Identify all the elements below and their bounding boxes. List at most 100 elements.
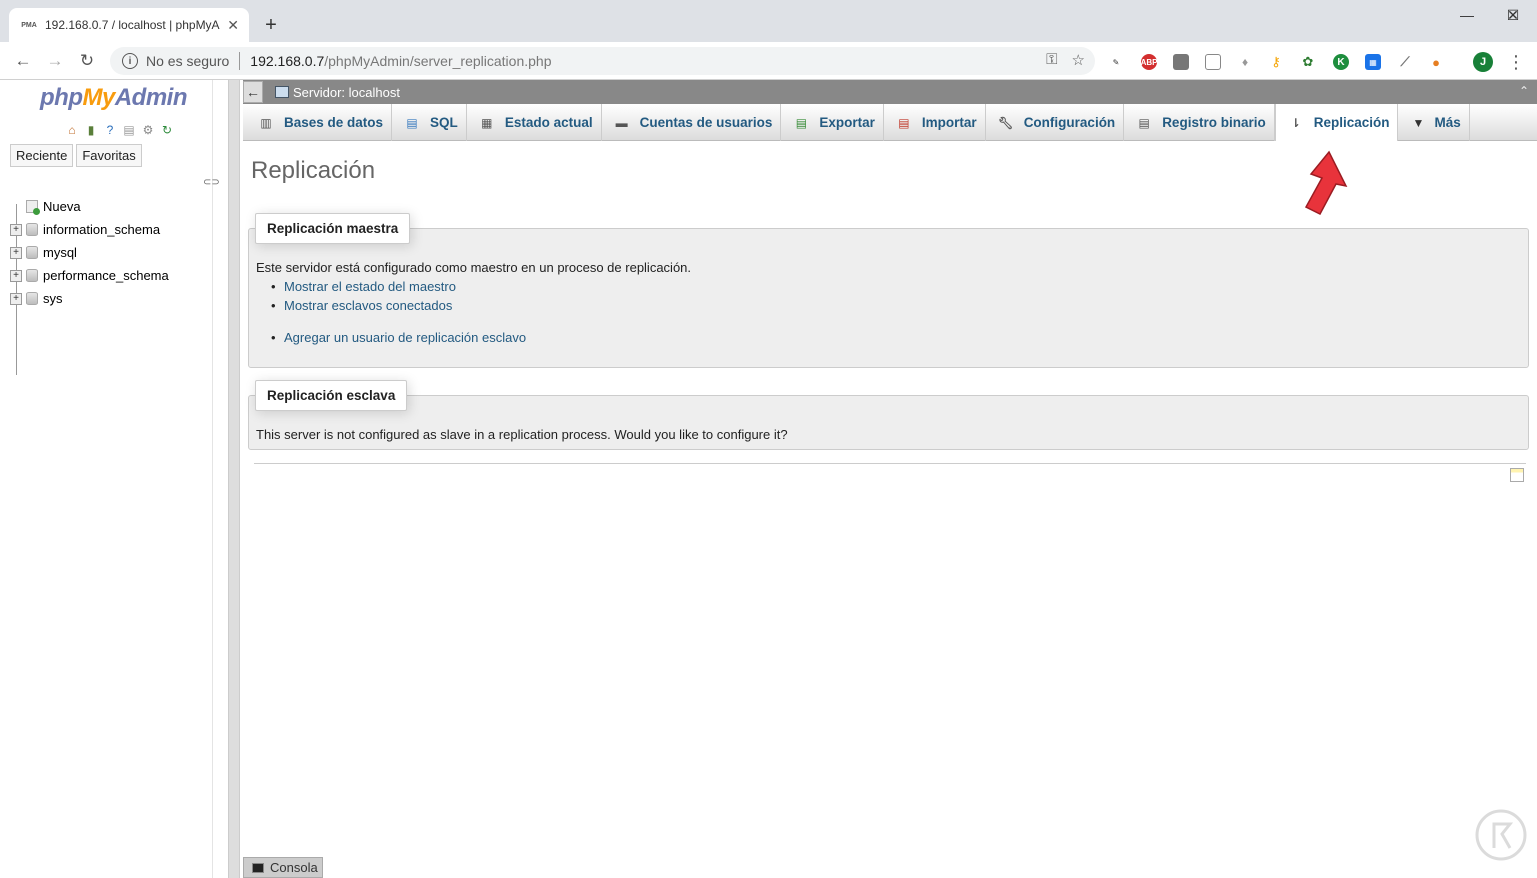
server-label[interactable]: Servidor: localhost bbox=[293, 85, 400, 100]
tree-item-information-schema[interactable]: + information_schema bbox=[10, 218, 169, 241]
tab-replication[interactable]: ⇂ Replicación bbox=[1274, 104, 1399, 141]
add-slave-user-link[interactable]: Agregar un usuario de replicación esclav… bbox=[271, 330, 526, 345]
tab-label: Configuración bbox=[1023, 115, 1116, 130]
minimize-icon[interactable]: — bbox=[1444, 0, 1490, 30]
navigation-sidebar: phpMyAdmin ⌂ ▮ ? ▤ ⚙ ↻ Reciente Favorita… bbox=[0, 80, 220, 878]
url-host: 192.168.0.7 bbox=[250, 53, 325, 69]
triangle-down-icon: ▼ bbox=[1412, 115, 1425, 130]
profile-avatar[interactable]: J bbox=[1473, 52, 1493, 72]
window-close-icon[interactable]: ✕ bbox=[1490, 0, 1536, 30]
tab-more[interactable]: ▼ Más bbox=[1398, 104, 1470, 141]
adblock-icon[interactable]: ABP bbox=[1141, 54, 1157, 70]
close-tab-icon[interactable]: ✕ bbox=[227, 17, 239, 34]
tab-export[interactable]: ▤ Exportar bbox=[781, 104, 884, 141]
exit-icon[interactable]: ▮ bbox=[83, 122, 99, 138]
star-icon[interactable]: ☆ bbox=[1072, 51, 1085, 69]
address-bar[interactable]: i No es seguro 192.168.0.7 /phpMyAdmin/s… bbox=[110, 47, 1095, 75]
sidebar-resize-handle[interactable] bbox=[228, 80, 240, 878]
server-icon bbox=[275, 86, 289, 98]
home-icon[interactable]: ⌂ bbox=[64, 122, 80, 138]
console-icon bbox=[252, 862, 264, 873]
tab-label: Estado actual bbox=[504, 115, 593, 130]
link-icon[interactable]: ⊂⊃ bbox=[203, 177, 220, 188]
new-tab-button[interactable]: + bbox=[258, 12, 284, 38]
tab-label: Registro binario bbox=[1162, 115, 1266, 130]
tab-title: 192.168.0.7 / localhost | phpMyA bbox=[45, 18, 220, 32]
new-database-icon bbox=[26, 200, 40, 215]
phpmyadmin-logo[interactable]: phpMyAdmin bbox=[40, 84, 188, 112]
tab-label: Cuentas de usuarios bbox=[639, 115, 773, 130]
page-icon[interactable] bbox=[1205, 54, 1221, 70]
tree-item-label: performance_schema bbox=[43, 268, 169, 283]
tree-item-mysql[interactable]: + mysql bbox=[10, 241, 169, 264]
bulb-icon[interactable]: ♦ bbox=[1237, 54, 1253, 70]
back-arrow-icon[interactable]: ← bbox=[11, 49, 35, 73]
k-icon[interactable]: K bbox=[1333, 54, 1349, 70]
tab-label: Exportar bbox=[819, 115, 875, 130]
database-icon bbox=[26, 223, 38, 236]
tab-binary-log[interactable]: ▤ Registro binario bbox=[1124, 104, 1275, 141]
security-label: No es seguro bbox=[146, 53, 230, 69]
info-icon[interactable]: i bbox=[122, 53, 138, 69]
tab-sql[interactable]: ▤ SQL bbox=[392, 104, 467, 141]
tree-item-new[interactable]: Nueva bbox=[10, 195, 169, 218]
shrink-icon[interactable]: ⌃ bbox=[1519, 84, 1529, 98]
forward-arrow-icon[interactable]: → bbox=[43, 49, 67, 73]
copy-icon[interactable] bbox=[1173, 54, 1189, 70]
pen-icon[interactable]: ✎ bbox=[1108, 54, 1124, 70]
tree-item-sys[interactable]: + sys bbox=[10, 287, 169, 310]
gear-icon[interactable]: ⚙ bbox=[140, 122, 156, 138]
tree-item-label: sys bbox=[43, 291, 63, 306]
wrench-icon: 🔧︎ bbox=[998, 115, 1014, 130]
reload-icon[interactable]: ↻ bbox=[75, 49, 99, 73]
tree-item-performance-schema[interactable]: + performance_schema bbox=[10, 264, 169, 287]
browser-tab[interactable]: PMA 192.168.0.7 / localhost | phpMyA ✕ bbox=[9, 8, 249, 42]
tab-label: Más bbox=[1434, 115, 1461, 130]
key-ext-icon[interactable]: ⚷ bbox=[1268, 54, 1284, 70]
help-icon[interactable]: ? bbox=[102, 122, 118, 138]
tab-databases[interactable]: ▥ Bases de datos bbox=[246, 104, 393, 141]
collapse-sidebar-icon[interactable]: ← bbox=[243, 81, 263, 103]
logo-admin: Admin bbox=[114, 84, 188, 111]
tab-settings[interactable]: 🔧︎ Configuración bbox=[986, 104, 1125, 141]
tree-item-label: Nueva bbox=[43, 199, 81, 214]
master-description: Este servidor está configurado como maes… bbox=[256, 260, 692, 275]
grid-icon[interactable]: ▦ bbox=[1365, 54, 1381, 70]
master-replication-fieldset: Replicación maestra Este servidor está c… bbox=[248, 213, 1529, 368]
tab-import[interactable]: ▤ Importar bbox=[884, 104, 986, 141]
window-icon[interactable] bbox=[1510, 468, 1524, 482]
red-arrow-annotation bbox=[1304, 150, 1348, 215]
key-icon[interactable]: ⚿ bbox=[1046, 51, 1057, 69]
slave-description[interactable]: This server is not configured as slave i… bbox=[256, 427, 788, 442]
slave-replication-legend: Replicación esclava bbox=[255, 380, 408, 411]
export-icon: ▤ bbox=[795, 115, 808, 130]
tree-item-label: mysql bbox=[43, 245, 77, 260]
master-replication-legend: Replicación maestra bbox=[255, 213, 411, 244]
show-master-status-link[interactable]: Mostrar el estado del maestro bbox=[271, 279, 456, 294]
phpmyadmin-favicon-icon: PMA bbox=[21, 21, 37, 29]
docs-icon[interactable]: ▤ bbox=[121, 122, 137, 138]
plant-icon[interactable]: ✿ bbox=[1300, 54, 1316, 70]
reload-nav-icon[interactable]: ↻ bbox=[159, 122, 175, 138]
tab-user-accounts[interactable]: ▬ Cuentas de usuarios bbox=[602, 104, 782, 141]
fox-icon[interactable]: ● bbox=[1428, 54, 1444, 70]
server-breadcrumb: ← Servidor: localhost ⌃ bbox=[243, 80, 1537, 104]
logo-my: My bbox=[82, 84, 115, 111]
quick-icons: ⌂ ▮ ? ▤ ⚙ ↻ bbox=[64, 122, 175, 138]
expand-icon[interactable]: + bbox=[10, 292, 22, 305]
recent-tab[interactable]: Reciente bbox=[10, 144, 74, 167]
database-tree: Nueva + information_schema + mysql + per… bbox=[10, 195, 169, 310]
browser-menu-icon[interactable]: ⋮ bbox=[1506, 50, 1526, 74]
console-toggle[interactable]: Consola bbox=[243, 857, 323, 878]
tab-status[interactable]: ▦ Estado actual bbox=[467, 104, 602, 141]
tab-label: Replicación bbox=[1313, 115, 1390, 130]
expand-icon[interactable]: + bbox=[10, 246, 22, 259]
favorites-tab[interactable]: Favoritas bbox=[76, 144, 142, 167]
database-icon bbox=[26, 269, 38, 282]
show-connected-slaves-link[interactable]: Mostrar esclavos conectados bbox=[271, 298, 452, 313]
expand-icon[interactable]: + bbox=[10, 269, 22, 282]
brush-icon[interactable]: ⟋ bbox=[1397, 54, 1413, 70]
users-icon: ▬ bbox=[615, 115, 628, 130]
page-title: Replicación bbox=[251, 157, 376, 184]
expand-icon[interactable]: + bbox=[10, 223, 22, 236]
